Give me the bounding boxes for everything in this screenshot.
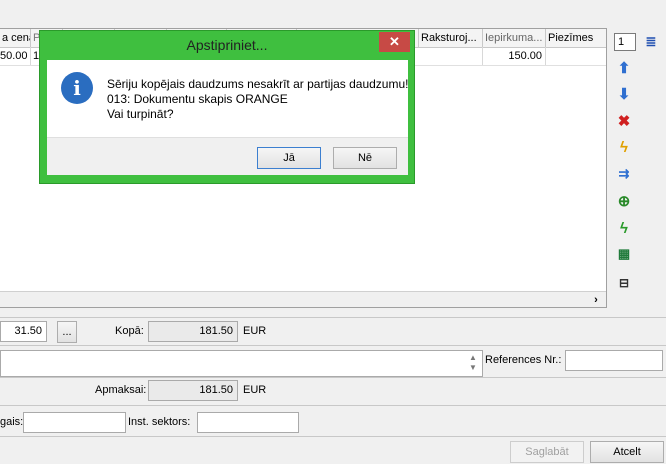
col-header-price[interactable]: a cena [0, 29, 31, 47]
transfer-list-icon[interactable]: ⇉ [612, 163, 636, 185]
save-button[interactable]: Saglabāt [510, 441, 584, 463]
cancel-button[interactable]: Atcelt [590, 441, 664, 463]
notes-field[interactable] [0, 350, 483, 377]
cell-iepirkuma[interactable]: 150.00 [483, 47, 546, 65]
close-icon[interactable]: ✕ [379, 32, 410, 52]
indent-list-icon[interactable]: ≣ [640, 31, 662, 53]
confirm-dialog: Apstipriniet... ✕ i Sēriju kopējais daud… [39, 30, 415, 184]
apmaksai-field: 181.50 [148, 380, 238, 401]
dialog-button-bar: Jā Nē [47, 137, 408, 175]
move-up-icon[interactable]: ⬆ [612, 57, 636, 79]
inst-sektors-field[interactable] [197, 412, 299, 433]
dialog-message-line3: Vai turpināt? [107, 107, 174, 121]
references-field[interactable] [565, 350, 663, 371]
dialog-title: Apstipriniet... [186, 37, 268, 53]
gais-field[interactable] [23, 412, 126, 433]
tree-list-icon[interactable]: ⊟ [612, 272, 636, 294]
currency-label: EUR [243, 384, 267, 396]
lightning-icon[interactable]: ϟ [612, 136, 636, 158]
horizontal-scrollbar[interactable]: › [0, 291, 606, 307]
cell-price[interactable]: 50.00 [0, 47, 31, 65]
kopa-label: Kopā: [115, 325, 144, 337]
yes-button[interactable]: Jā [257, 147, 321, 169]
dialog-message-line1: Sēriju kopējais daudzums nesakrīt ar par… [107, 77, 409, 91]
separator [0, 377, 666, 378]
add-document-icon[interactable]: ⊕ [612, 190, 636, 212]
dialog-message-line2: 013: Dokumentu skapis ORANGE [107, 92, 288, 106]
delete-icon[interactable]: ✖ [612, 110, 636, 132]
cell-piezimes[interactable] [546, 47, 606, 65]
cell-raksturojums[interactable] [419, 47, 483, 65]
excel-icon[interactable]: ▦ [612, 243, 636, 265]
references-label: References Nr.: [485, 354, 562, 366]
separator [0, 345, 666, 346]
gais-label: gais: [0, 416, 24, 428]
ellipsis-button[interactable]: ... [57, 321, 77, 343]
separator [0, 405, 666, 406]
green-lightning-icon[interactable]: ϟ [612, 217, 636, 239]
kopa-field: 181.50 [148, 321, 238, 342]
amount-field[interactable]: 31.50 [0, 321, 47, 342]
no-button[interactable]: Nē [333, 147, 397, 169]
info-icon: i [61, 72, 93, 104]
spin-arrows-icon[interactable]: ▲ ▼ [467, 353, 479, 373]
separator [0, 436, 666, 437]
currency-label: EUR [243, 325, 267, 337]
col-header-iepirkuma[interactable]: Iepirkuma... [483, 29, 546, 47]
move-down-icon[interactable]: ⬇ [612, 83, 636, 105]
separator [0, 317, 666, 318]
apmaksai-label: Apmaksai: [95, 384, 147, 396]
col-header-raksturojums[interactable]: Raksturoj... [419, 29, 483, 47]
col-header-piezimes[interactable]: Piezīmes [546, 29, 606, 47]
scroll-right-icon[interactable]: › [588, 293, 604, 307]
inst-sektors-label: Inst. sektors: [128, 416, 191, 428]
quantity-field[interactable]: 1 [614, 33, 636, 51]
